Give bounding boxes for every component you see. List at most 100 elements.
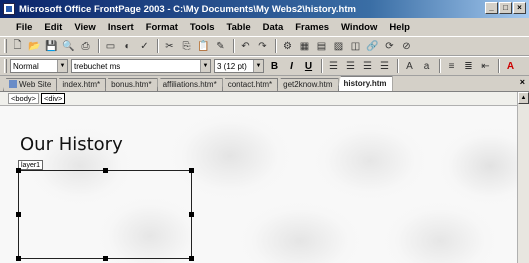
menu-help[interactable]: Help xyxy=(383,22,416,33)
chevron-down-icon[interactable]: ▼ xyxy=(57,60,67,72)
italic-button[interactable]: I xyxy=(284,59,299,74)
resize-handle-e[interactable] xyxy=(189,212,194,217)
resize-handle-s[interactable] xyxy=(103,256,108,261)
scroll-up-icon[interactable]: ▲ xyxy=(518,92,529,104)
resize-handle-se[interactable] xyxy=(189,256,194,261)
chevron-down-icon[interactable]: ▼ xyxy=(253,60,263,72)
underline-button[interactable]: U xyxy=(301,59,316,74)
menu-edit[interactable]: Edit xyxy=(38,22,68,33)
resize-handle-n[interactable] xyxy=(103,168,108,173)
drawing-icon[interactable]: ◫ xyxy=(348,39,363,54)
refresh-icon[interactable]: ⟳ xyxy=(382,39,397,54)
vertical-scrollbar[interactable]: ▲ xyxy=(517,92,529,263)
menu-table[interactable]: Table xyxy=(221,22,257,33)
align-right-icon[interactable]: ☰ xyxy=(360,59,375,74)
maximize-button[interactable]: □ xyxy=(499,2,512,14)
menu-insert[interactable]: Insert xyxy=(102,22,140,33)
resize-handle-sw[interactable] xyxy=(16,256,21,261)
justify-icon[interactable]: ☰ xyxy=(377,59,392,74)
tab-contact[interactable]: contact.htm* xyxy=(221,78,279,91)
decrease-indent-icon[interactable]: ⇤ xyxy=(478,59,493,74)
minimize-button[interactable]: _ xyxy=(485,2,498,14)
menu-format[interactable]: Format xyxy=(140,22,184,33)
menu-tools[interactable]: Tools xyxy=(184,22,221,33)
tab-index[interactable]: index.htm* xyxy=(56,78,107,91)
open-icon[interactable]: 📂 xyxy=(27,39,42,54)
save-icon[interactable]: 💾 xyxy=(44,39,59,54)
insert-component-icon[interactable]: ⚙ xyxy=(280,39,295,54)
web-site-icon xyxy=(9,80,17,88)
title-bar: Microsoft Office FrontPage 2003 - C:\My … xyxy=(0,0,529,18)
page-heading[interactable]: Our History xyxy=(20,134,123,155)
toolbar-separator xyxy=(98,39,100,53)
quick-tag-body[interactable]: <body> xyxy=(8,93,40,104)
copy-icon[interactable]: ⎘ xyxy=(179,39,194,54)
tab-bonus[interactable]: bonus.htm* xyxy=(105,78,158,91)
decrease-font-icon[interactable]: a xyxy=(419,59,434,74)
numbering-icon[interactable]: ≡ xyxy=(444,59,459,74)
tab-get2know[interactable]: get2know.htm xyxy=(277,78,339,91)
increase-font-icon[interactable]: A xyxy=(402,59,417,74)
publish-icon[interactable]: ◐ xyxy=(120,39,135,54)
new-page-icon[interactable]: 🗋 xyxy=(10,39,25,54)
style-value: Normal xyxy=(13,61,39,71)
bold-button[interactable]: B xyxy=(267,59,282,74)
cut-icon[interactable]: ✂ xyxy=(162,39,177,54)
toolbar-separator xyxy=(157,39,159,53)
layer-label[interactable]: layer1 xyxy=(18,160,44,170)
menu-window[interactable]: Window xyxy=(335,22,383,33)
toolbar-separator xyxy=(498,59,500,73)
frontpage-app-icon[interactable] xyxy=(3,3,15,15)
bullets-icon[interactable]: ≣ xyxy=(461,59,476,74)
insert-table-icon[interactable]: ▦ xyxy=(297,39,312,54)
preview-icon[interactable]: ▭ xyxy=(103,39,118,54)
design-view-canvas[interactable]: Our History layer1 xyxy=(0,106,517,263)
layer-box[interactable] xyxy=(16,168,194,261)
resize-handle-nw[interactable] xyxy=(16,168,21,173)
window-title: Microsoft Office FrontPage 2003 - C:\My … xyxy=(19,3,356,15)
close-button[interactable]: × xyxy=(513,2,526,14)
insert-layer-icon[interactable]: ▤ xyxy=(314,39,329,54)
toolbar-separator xyxy=(233,39,235,53)
toolbar-separator xyxy=(397,59,399,73)
formatting-toolbar: Normal ▼ trebuchet ms ▼ 3 (12 pt) ▼ B I … xyxy=(0,56,529,76)
menu-data[interactable]: Data xyxy=(257,22,290,33)
close-tab-icon[interactable]: × xyxy=(520,77,525,87)
menu-file[interactable]: File xyxy=(10,22,38,33)
menu-view[interactable]: View xyxy=(68,22,101,33)
format-painter-icon[interactable]: ✎ xyxy=(213,39,228,54)
tab-affiliations[interactable]: affiliations.htm* xyxy=(156,78,223,91)
toolbar-separator xyxy=(321,59,323,73)
chevron-down-icon[interactable]: ▼ xyxy=(200,60,210,72)
toolbar-separator xyxy=(275,39,277,53)
search-icon[interactable]: 🔍 xyxy=(61,39,76,54)
tab-label: Web Site xyxy=(19,80,52,89)
align-left-icon[interactable]: ☰ xyxy=(326,59,341,74)
paste-icon[interactable]: 📋 xyxy=(196,39,211,54)
hyperlink-icon[interactable]: 🔗 xyxy=(365,39,380,54)
quick-tag-div[interactable]: <div> xyxy=(41,93,66,104)
resize-handle-ne[interactable] xyxy=(189,168,194,173)
undo-icon[interactable]: ↶ xyxy=(238,39,253,54)
print-icon[interactable]: ⎙ xyxy=(78,39,93,54)
font-size-dropdown[interactable]: 3 (12 pt) ▼ xyxy=(214,59,264,73)
tab-history[interactable]: history.htm xyxy=(337,76,393,91)
spelling-icon[interactable]: ✓ xyxy=(137,39,152,54)
font-size-value: 3 (12 pt) xyxy=(217,61,247,71)
toolbar-grip[interactable] xyxy=(4,59,7,73)
redo-icon[interactable]: ↷ xyxy=(255,39,270,54)
stop-icon[interactable]: ⊘ xyxy=(399,39,414,54)
menu-bar: File Edit View Insert Format Tools Table… xyxy=(0,18,529,36)
font-dropdown[interactable]: trebuchet ms ▼ xyxy=(71,59,211,73)
font-value: trebuchet ms xyxy=(74,61,121,71)
align-center-icon[interactable]: ☰ xyxy=(343,59,358,74)
font-color-icon[interactable]: A xyxy=(503,59,518,74)
toolbar-separator xyxy=(439,59,441,73)
tab-web-site[interactable]: Web Site xyxy=(3,78,58,91)
resize-handle-w[interactable] xyxy=(16,212,21,217)
style-dropdown[interactable]: Normal ▼ xyxy=(10,59,68,73)
quick-tag-selector: <body> <div> xyxy=(0,92,529,106)
toolbar-grip[interactable] xyxy=(4,39,7,53)
menu-frames[interactable]: Frames xyxy=(289,22,335,33)
insert-picture-icon[interactable]: ▨ xyxy=(331,39,346,54)
